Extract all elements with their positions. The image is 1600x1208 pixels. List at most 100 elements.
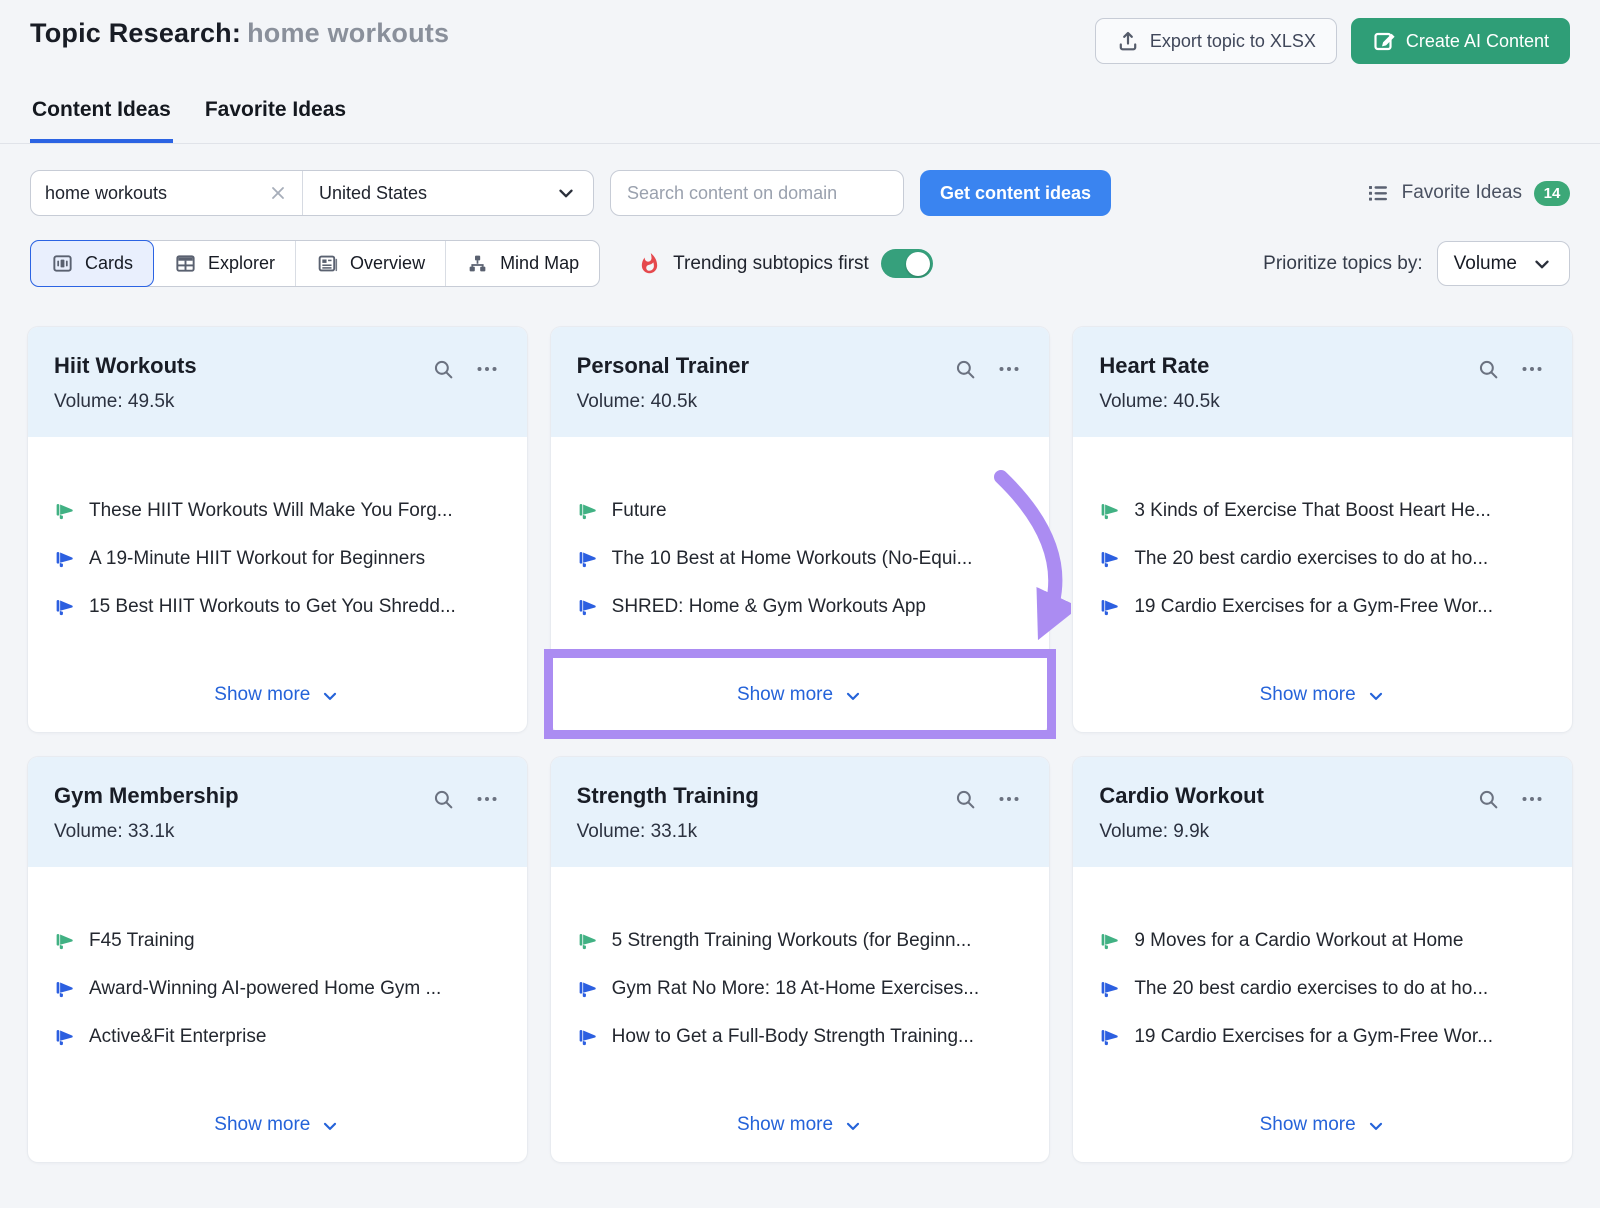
content-idea-item[interactable]: 19 Cardio Exercises for a Gym-Free Wor..… bbox=[1099, 595, 1546, 619]
show-more-button[interactable]: Show more bbox=[737, 1114, 863, 1138]
topic-search-group: United States bbox=[30, 170, 594, 216]
content-idea-item[interactable]: 15 Best HIIT Workouts to Get You Shredd.… bbox=[54, 595, 501, 619]
page-header: Topic Research:home workouts Export topi… bbox=[0, 0, 1600, 64]
content-idea-item[interactable]: 9 Moves for a Cardio Workout at Home bbox=[1099, 929, 1546, 953]
card-volume: Volume: 40.5k bbox=[1099, 391, 1219, 413]
mind-map-icon bbox=[466, 252, 489, 275]
more-options-icon[interactable] bbox=[997, 357, 1021, 381]
content-idea-item[interactable]: The 20 best cardio exercises to do at ho… bbox=[1099, 977, 1546, 1001]
topic-card-cardio-workout: Cardio Workout Volume: 9.9k 9 Moves for … bbox=[1073, 757, 1572, 1162]
view-explorer[interactable]: Explorer bbox=[154, 241, 296, 286]
card-volume: Volume: 33.1k bbox=[54, 821, 239, 843]
tab-bar: Content Ideas Favorite Ideas bbox=[0, 98, 1600, 144]
content-idea-item[interactable]: SHRED: Home & Gym Workouts App bbox=[577, 595, 1024, 619]
card-volume: Volume: 9.9k bbox=[1099, 821, 1264, 843]
upload-icon bbox=[1116, 29, 1140, 53]
export-xlsx-button[interactable]: Export topic to XLSX bbox=[1095, 18, 1337, 64]
tab-content-ideas[interactable]: Content Ideas bbox=[30, 98, 173, 143]
card-title: Personal Trainer bbox=[577, 353, 749, 379]
card-title: Strength Training bbox=[577, 783, 759, 809]
show-more-button-highlighted[interactable]: Show more bbox=[737, 684, 863, 708]
view-switcher: Cards Explorer Overview Mind Map bbox=[30, 240, 600, 287]
favorite-ideas-link[interactable]: Favorite Ideas 14 bbox=[1366, 181, 1570, 206]
megaphone-icon bbox=[54, 930, 75, 951]
search-icon[interactable] bbox=[954, 358, 977, 381]
content-idea-item[interactable]: Active&Fit Enterprise bbox=[54, 1025, 501, 1049]
show-more-button[interactable]: Show more bbox=[214, 1114, 340, 1138]
content-idea-item[interactable]: Future bbox=[577, 499, 1024, 523]
content-idea-item[interactable]: A 19-Minute HIIT Workout for Beginners bbox=[54, 547, 501, 571]
document-icon bbox=[316, 252, 339, 275]
chevron-down-icon bbox=[1531, 253, 1553, 275]
domain-search-input[interactable] bbox=[610, 170, 904, 216]
content-idea-item[interactable]: How to Get a Full-Body Strength Training… bbox=[577, 1025, 1024, 1049]
region-select[interactable]: United States bbox=[303, 171, 593, 215]
prioritize-select[interactable]: Volume bbox=[1437, 241, 1570, 286]
megaphone-icon bbox=[1099, 596, 1120, 617]
favorites-count-badge: 14 bbox=[1534, 181, 1570, 206]
search-icon[interactable] bbox=[1477, 358, 1500, 381]
card-volume: Volume: 33.1k bbox=[577, 821, 759, 843]
content-idea-item[interactable]: 5 Strength Training Workouts (for Beginn… bbox=[577, 929, 1024, 953]
search-icon[interactable] bbox=[432, 358, 455, 381]
more-options-icon[interactable] bbox=[997, 787, 1021, 811]
search-icon[interactable] bbox=[1477, 788, 1500, 811]
content-idea-item[interactable]: F45 Training bbox=[54, 929, 501, 953]
topic-card-strength-training: Strength Training Volume: 33.1k 5 Streng… bbox=[551, 757, 1050, 1162]
megaphone-icon bbox=[1099, 1026, 1120, 1047]
megaphone-icon bbox=[577, 548, 598, 569]
content-idea-item[interactable]: 19 Cardio Exercises for a Gym-Free Wor..… bbox=[1099, 1025, 1546, 1049]
topic-card-hiit-workouts: Hiit Workouts Volume: 49.5k These HIIT W… bbox=[28, 327, 527, 732]
more-options-icon[interactable] bbox=[1520, 787, 1544, 811]
content-idea-item[interactable]: These HIIT Workouts Will Make You Forg..… bbox=[54, 499, 501, 523]
topic-card-grid: Hiit Workouts Volume: 49.5k These HIIT W… bbox=[0, 327, 1600, 1162]
megaphone-icon bbox=[1099, 548, 1120, 569]
tab-favorite-ideas[interactable]: Favorite Ideas bbox=[203, 98, 348, 143]
topic-card-gym-membership: Gym Membership Volume: 33.1k F45 Trainin… bbox=[28, 757, 527, 1162]
content-idea-item[interactable]: Gym Rat No More: 18 At-Home Exercises... bbox=[577, 977, 1024, 1001]
trending-toggle[interactable] bbox=[881, 249, 933, 278]
content-idea-item[interactable]: Award-Winning AI-powered Home Gym ... bbox=[54, 977, 501, 1001]
search-icon[interactable] bbox=[432, 788, 455, 811]
megaphone-icon bbox=[54, 548, 75, 569]
show-more-button[interactable]: Show more bbox=[214, 684, 340, 708]
content-idea-item[interactable]: The 10 Best at Home Workouts (No-Equi... bbox=[577, 547, 1024, 571]
megaphone-icon bbox=[54, 1026, 75, 1047]
page-title-prefix: Topic Research: bbox=[30, 18, 241, 48]
more-options-icon[interactable] bbox=[475, 787, 499, 811]
megaphone-icon bbox=[54, 500, 75, 521]
search-icon[interactable] bbox=[954, 788, 977, 811]
card-volume: Volume: 40.5k bbox=[577, 391, 749, 413]
view-cards[interactable]: Cards bbox=[30, 240, 154, 287]
search-row: United States Get content ideas Favorite… bbox=[0, 170, 1600, 216]
chevron-down-icon bbox=[555, 182, 577, 204]
view-overview[interactable]: Overview bbox=[296, 241, 446, 286]
megaphone-icon bbox=[577, 596, 598, 617]
get-content-ideas-button[interactable]: Get content ideas bbox=[920, 170, 1111, 216]
card-title: Cardio Workout bbox=[1099, 783, 1264, 809]
topic-card-heart-rate: Heart Rate Volume: 40.5k 3 Kinds of Exer… bbox=[1073, 327, 1572, 732]
table-icon bbox=[174, 252, 197, 275]
clear-query-icon[interactable] bbox=[268, 183, 288, 203]
show-more-button[interactable]: Show more bbox=[1260, 1114, 1386, 1138]
topic-query-cell bbox=[31, 171, 303, 215]
topic-card-personal-trainer: Personal Trainer Volume: 40.5k Future Th… bbox=[551, 327, 1050, 732]
megaphone-icon bbox=[1099, 500, 1120, 521]
list-icon bbox=[1366, 181, 1390, 205]
show-more-button[interactable]: Show more bbox=[1260, 684, 1386, 708]
controls-row: Cards Explorer Overview Mind Map Trendin… bbox=[0, 240, 1600, 287]
card-volume: Volume: 49.5k bbox=[54, 391, 197, 413]
edit-icon bbox=[1372, 29, 1396, 53]
more-options-icon[interactable] bbox=[475, 357, 499, 381]
create-ai-content-button[interactable]: Create AI Content bbox=[1351, 18, 1570, 64]
more-options-icon[interactable] bbox=[1520, 357, 1544, 381]
megaphone-icon bbox=[577, 500, 598, 521]
card-title: Heart Rate bbox=[1099, 353, 1219, 379]
topic-query-input[interactable] bbox=[45, 183, 268, 204]
content-idea-item[interactable]: 3 Kinds of Exercise That Boost Heart He.… bbox=[1099, 499, 1546, 523]
content-idea-item[interactable]: The 20 best cardio exercises to do at ho… bbox=[1099, 547, 1546, 571]
card-title: Gym Membership bbox=[54, 783, 239, 809]
view-mind-map[interactable]: Mind Map bbox=[446, 241, 599, 286]
megaphone-icon bbox=[1099, 978, 1120, 999]
page-title: Topic Research:home workouts bbox=[30, 18, 449, 49]
